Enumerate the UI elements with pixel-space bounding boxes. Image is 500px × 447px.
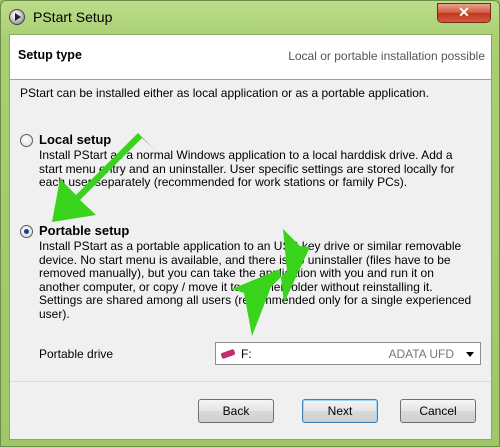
drive-name: ADATA UFD <box>388 347 454 361</box>
close-button[interactable]: ✕ <box>437 3 491 23</box>
desc-line: Install PStart as a portable application… <box>39 239 462 253</box>
desc-line: removed manually), but you can take the … <box>39 266 434 280</box>
portable-setup-label[interactable]: Portable setup <box>39 223 129 238</box>
page-header: Setup type Local or portable installatio… <box>10 35 491 80</box>
dialog-client-area: Setup type Local or portable installatio… <box>9 34 492 440</box>
local-setup-radio[interactable] <box>20 134 33 147</box>
title-bar[interactable]: PStart Setup ✕ <box>1 1 499 35</box>
setup-window: PStart Setup ✕ Setup type Local or porta… <box>0 0 500 447</box>
page-title: Setup type <box>18 48 82 62</box>
portable-drive-label: Portable drive <box>39 347 114 361</box>
next-button[interactable]: Next <box>302 399 378 423</box>
intro-text: PStart can be installed either as local … <box>20 86 429 100</box>
desc-line: another computer, or copy / move it to a… <box>39 279 433 294</box>
desc-line: Settings are shared among all users (rec… <box>39 293 472 307</box>
back-button[interactable]: Back <box>198 399 274 423</box>
window-title: PStart Setup <box>33 9 113 25</box>
portable-setup-radio[interactable] <box>20 225 33 238</box>
portable-setup-description: Install PStart as a portable application… <box>39 239 489 321</box>
desc-line: each user separately (recommended for wo… <box>39 175 408 189</box>
usb-drive-icon <box>220 348 236 360</box>
local-setup-label[interactable]: Local setup <box>39 132 111 147</box>
desc-line: start menu entry and an uninstaller. Use… <box>39 161 455 176</box>
cancel-button[interactable]: Cancel <box>400 399 476 423</box>
pstart-app-icon <box>9 9 25 25</box>
local-setup-description: Install PStart as a normal Windows appli… <box>39 148 489 190</box>
footer-divider <box>10 381 491 382</box>
desc-line: Install PStart as a normal Windows appli… <box>39 148 453 162</box>
portable-drive-dropdown[interactable]: F: ADATA UFD <box>215 342 481 365</box>
desc-line: device. No start menu is available, and … <box>39 252 451 267</box>
drive-letter: F: <box>241 347 252 361</box>
chevron-down-icon[interactable] <box>460 343 480 364</box>
page-subtitle: Local or portable installation possible <box>288 49 485 63</box>
desc-line: user). <box>39 306 70 321</box>
